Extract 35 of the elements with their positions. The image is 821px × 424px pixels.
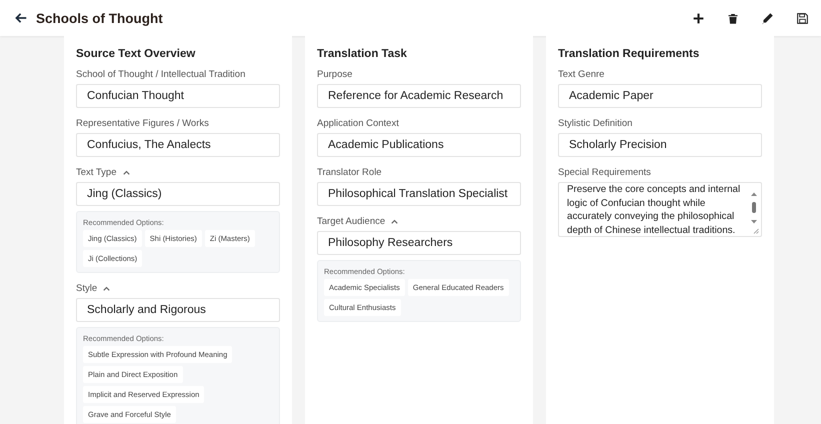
add-icon[interactable] bbox=[692, 12, 705, 24]
field-label: Stylistic Definition bbox=[558, 118, 632, 129]
field-label: Representative Figures / Works bbox=[76, 118, 209, 129]
text-field[interactable]: Academic Publications bbox=[317, 133, 521, 157]
text-field[interactable]: Scholarly and Rigorous bbox=[76, 298, 280, 322]
chevron-icon[interactable] bbox=[390, 217, 400, 226]
text-field[interactable]: Jing (Classics) bbox=[76, 182, 280, 206]
card-title: Source Text Overview bbox=[76, 48, 196, 60]
back-arrow-icon[interactable] bbox=[14, 11, 28, 25]
text-field[interactable]: Confucian Thought bbox=[76, 84, 280, 108]
chevron-icon[interactable] bbox=[102, 284, 112, 293]
card-title: Translation Task bbox=[317, 48, 408, 60]
text-field[interactable]: Confucius, The Analects bbox=[76, 133, 280, 157]
resize-grip-icon[interactable] bbox=[753, 228, 759, 234]
field-label: Style bbox=[76, 283, 98, 294]
pencil-icon[interactable] bbox=[761, 12, 774, 24]
text-field[interactable]: Philosophy Researchers bbox=[317, 231, 521, 255]
field-label: Text Type bbox=[76, 167, 116, 178]
save-icon[interactable] bbox=[796, 12, 809, 24]
text-area[interactable]: Preserve the core concepts and internal logic of Confucian thought while accurately conveying the philosophical depth of Chinese intellectual traditions. bbox=[558, 182, 762, 237]
text-field[interactable]: Reference for Academic Research bbox=[317, 84, 521, 108]
page-title: Schools of Thought bbox=[36, 10, 163, 26]
trash-icon[interactable] bbox=[727, 12, 739, 24]
field-label: Translator Role bbox=[317, 167, 382, 178]
text-field[interactable]: Philosophical Translation Specialist bbox=[317, 182, 521, 206]
field-label: Special Requirements bbox=[558, 167, 651, 178]
field-label: Purpose bbox=[317, 69, 352, 80]
field-label: Application Context bbox=[317, 118, 399, 129]
text-field[interactable]: Scholarly Precision bbox=[558, 133, 762, 157]
field-label: School of Thought / Intellectual Tradition bbox=[76, 69, 246, 80]
field-label: Target Audience bbox=[317, 216, 386, 227]
chevron-icon[interactable] bbox=[122, 168, 130, 177]
field-label: Text Genre bbox=[558, 69, 604, 80]
card-title: Translation Requirements bbox=[558, 48, 700, 60]
text-field[interactable]: Academic Paper bbox=[558, 84, 762, 108]
